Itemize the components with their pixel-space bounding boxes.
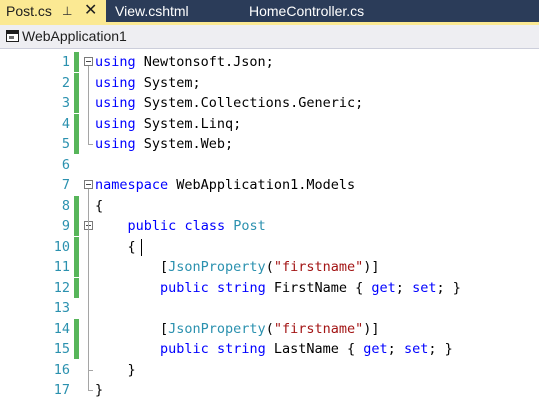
csharp-project-icon [6, 30, 19, 42]
project-dropdown[interactable]: WebApplication1 [3, 27, 263, 45]
collapse-icon[interactable] [84, 180, 93, 189]
code-line[interactable]: 10 { [0, 236, 539, 257]
code-line[interactable]: 6 [0, 155, 539, 175]
line-number: 4 [61, 115, 70, 132]
line-number: 3 [61, 95, 70, 111]
code-editor[interactable]: 1 using Newtonsoft.Json; 2 using System; 3 us… [0, 49, 539, 419]
line-number: 5 [61, 136, 70, 152]
code-text: using Newtonsoft.Json; [95, 54, 274, 70]
change-indicator [74, 113, 79, 134]
text-caret [141, 238, 142, 256]
code-text: using System.Linq; [95, 115, 242, 132]
code-text: } [95, 361, 136, 378]
line-number: 15 [53, 341, 70, 357]
change-indicator [74, 318, 79, 339]
using-outline-guide [88, 66, 89, 144]
code-line[interactable]: 9 public class Post [0, 216, 539, 236]
code-text: namespace WebApplication1.Models [95, 177, 356, 193]
line-number: 7 [61, 177, 70, 193]
code-text: } [95, 382, 104, 398]
code-line[interactable]: 5 using System.Web; [0, 134, 539, 154]
collapse-icon[interactable] [84, 57, 93, 66]
code-line[interactable]: 15 public string LastName { get; set; } [0, 339, 539, 359]
code-line[interactable]: 11 [JsonProperty("firstname")] [0, 257, 539, 277]
document-tab-strip: Post.cs ⊥ ✕ View.cshtml HomeController.c… [0, 0, 539, 22]
code-line[interactable]: 14 [JsonProperty("firstname")] [0, 318, 539, 339]
code-text: public string LastName { get; set; } [160, 341, 453, 357]
pin-icon[interactable]: ⊥ [62, 0, 72, 22]
code-line[interactable]: 3 using System.Collections.Generic; [0, 93, 539, 113]
code-line[interactable]: 1 using Newtonsoft.Json; [0, 52, 539, 72]
code-line[interactable]: 12 public string FirstName { get; set; } [0, 277, 539, 298]
code-text: { [95, 197, 104, 214]
code-text: { [95, 238, 136, 255]
line-number: 2 [61, 74, 70, 91]
change-indicator [74, 72, 79, 93]
code-line[interactable]: 4 using System.Linq; [0, 113, 539, 134]
tab-homecontroller-cs[interactable]: HomeController.cs [249, 0, 364, 22]
code-text: using System.Web; [95, 136, 234, 152]
change-indicator [74, 195, 79, 216]
navigation-bar: WebApplication1 [0, 25, 539, 49]
line-number: 9 [61, 218, 70, 234]
class-outline-guide [88, 230, 89, 370]
tab-label: Post.cs [6, 3, 52, 19]
code-line[interactable]: 8{ [0, 195, 539, 216]
code-line[interactable]: 16 } [0, 360, 539, 380]
tab-label: View.cshtml [115, 3, 189, 19]
line-number: 17 [53, 382, 70, 398]
using-outline-guide-end [88, 144, 93, 145]
tab-view-cshtml[interactable]: View.cshtml [115, 0, 189, 22]
change-indicator [74, 93, 79, 113]
code-line[interactable]: 17} [0, 380, 539, 400]
line-number: 1 [61, 54, 70, 70]
change-indicator [74, 339, 79, 359]
line-number: 14 [53, 320, 70, 337]
line-number: 6 [61, 156, 70, 173]
code-line[interactable]: 13 [0, 298, 539, 318]
close-icon[interactable]: ✕ [84, 0, 97, 22]
change-indicator [74, 236, 79, 257]
code-text: [JsonProperty("firstname")] [95, 320, 380, 337]
code-text: using System; [95, 74, 201, 91]
tab-post-cs[interactable]: Post.cs ⊥ ✕ [0, 0, 106, 22]
line-number: 8 [61, 197, 70, 214]
line-number: 12 [53, 279, 70, 296]
code-text: public class Post [127, 218, 266, 234]
class-outline-guide-end [88, 369, 93, 371]
line-number: 10 [53, 238, 70, 255]
namespace-outline-guide-end [88, 390, 93, 391]
change-indicator [74, 216, 79, 236]
change-indicator [74, 134, 79, 154]
code-line[interactable]: 2 using System; [0, 72, 539, 93]
line-number: 11 [53, 259, 70, 275]
line-number: 16 [53, 361, 70, 378]
change-indicator [74, 257, 79, 277]
project-name: WebApplication1 [22, 28, 127, 44]
code-line[interactable]: 7 namespace WebApplication1.Models [0, 175, 539, 195]
change-indicator [74, 52, 79, 72]
code-text: using System.Collections.Generic; [95, 95, 364, 111]
change-indicator [74, 277, 79, 298]
line-number: 13 [53, 300, 70, 316]
code-text: [JsonProperty("firstname")] [95, 259, 380, 275]
code-text: public string FirstName { get; set; } [160, 279, 461, 296]
tab-label: HomeController.cs [249, 3, 365, 19]
